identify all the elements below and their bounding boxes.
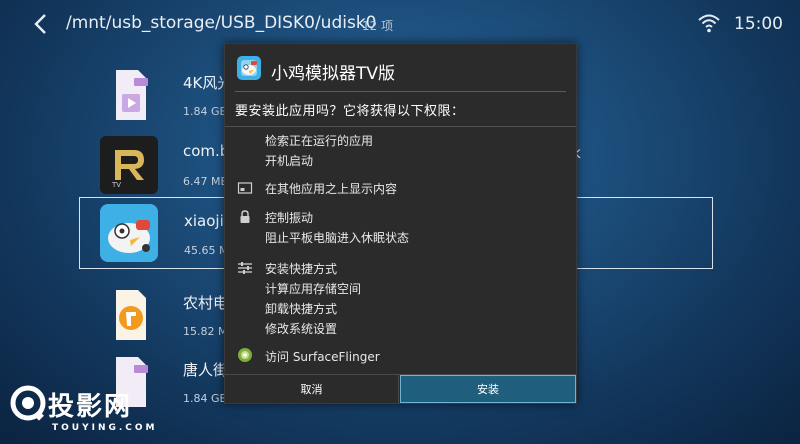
permission-item: 在其他应用之上显示内容 (265, 182, 398, 196)
settings-sliders-icon (238, 262, 252, 274)
permission-item: 计算应用存储空间 (265, 282, 362, 296)
divider (225, 126, 576, 127)
watermark-title: 投影网 (48, 392, 133, 422)
file-size: 15.82 M (183, 325, 228, 338)
file-name: xiaoji. (184, 212, 229, 230)
clock: 15:00 (734, 14, 783, 34)
back-arrow-icon[interactable] (30, 12, 52, 36)
app-r-icon: TV (100, 136, 158, 194)
app-name: 小鸡模拟器TV版 (271, 64, 396, 84)
install-dialog: 小鸡模拟器TV版 要安装此应用吗？它将获得以下权限： 检索正在运行的应用 开机启… (224, 43, 577, 404)
file-name: com.b (183, 142, 230, 160)
file-name: 唐人街 (183, 361, 229, 379)
wifi-icon (698, 14, 720, 33)
permission-item: 检索正在运行的应用 (265, 134, 374, 148)
lock-icon (240, 210, 250, 223)
permission-item: 阻止平板电脑进入休眠状态 (265, 231, 410, 245)
app-orange-icon (100, 286, 158, 344)
file-size: 1.84 GB (183, 105, 228, 118)
permission-item: 控制振动 (265, 211, 314, 225)
svg-text:TV: TV (111, 181, 121, 189)
permission-item: 访问 SurfaceFlinger (265, 350, 380, 364)
surfaceflinger-icon (238, 348, 252, 362)
xiaoji-app-icon (100, 204, 158, 262)
permission-item: 修改系统设置 (265, 322, 338, 336)
permission-item: 开机启动 (265, 154, 314, 168)
divider (235, 91, 566, 92)
permission-item: 安装快捷方式 (265, 262, 338, 276)
install-question: 要安装此应用吗？它将获得以下权限： (235, 104, 465, 119)
file-size: 1.84 GB (183, 392, 228, 405)
file-size: 45.65 M (184, 244, 229, 257)
current-path: /mnt/usb_storage/USB_DISK0/udisk0 (66, 13, 377, 33)
display-overlay-icon (237, 182, 253, 194)
app-icon (237, 56, 261, 80)
file-name: 农村电 (183, 294, 229, 312)
watermark-subtitle: TOUYING.COM (52, 423, 158, 433)
dialog-header: 小鸡模拟器TV版 (225, 44, 576, 92)
video-file-icon (100, 66, 158, 124)
permission-item: 卸载快捷方式 (265, 302, 338, 316)
cancel-button[interactable]: 取消 (225, 375, 399, 403)
install-button[interactable]: 安装 (400, 375, 576, 403)
item-count: 12 项 (362, 19, 394, 33)
file-size: 6.47 MB (183, 175, 229, 188)
